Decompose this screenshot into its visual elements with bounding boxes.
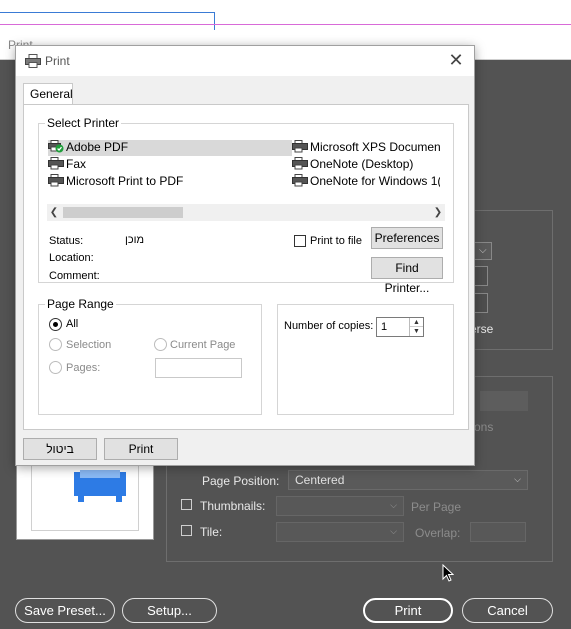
thumbnails-select[interactable]: ⌵	[276, 496, 404, 516]
printer-name: Fax	[66, 157, 87, 171]
copies-spin-buttons: ▲ ▼	[409, 318, 423, 336]
pages-dropdown[interactable]: ⌵	[474, 242, 492, 260]
page-position-select[interactable]: Centered ⌵	[288, 470, 528, 490]
tile-select[interactable]: ⌵	[276, 522, 404, 542]
print-to-file-checkbox[interactable]	[294, 235, 306, 247]
overlap-input[interactable]	[470, 522, 526, 542]
printer-item-onenote-desktop[interactable]: OneNote (Desktop)	[292, 157, 440, 173]
printer-icon	[292, 140, 308, 156]
print-to-file-label[interactable]: Print to file	[310, 235, 362, 247]
scrollbar-thumb[interactable]	[63, 207, 183, 218]
print-button-main[interactable]: Print	[363, 598, 453, 623]
find-printer-button[interactable]: Find Printer...	[371, 257, 443, 295]
chevron-down-icon: ⌵	[390, 526, 397, 536]
printer-icon	[25, 54, 41, 71]
range-all-radio[interactable]	[49, 318, 62, 331]
print-dialog: Print ✕ General Select Printer Adobe PDF…	[15, 45, 475, 466]
chevron-down-icon: ⌵	[514, 474, 521, 484]
page-range-group: Page Range All Selection Current Page Pa…	[38, 297, 262, 415]
printer-name: Microsoft Print to PDF	[66, 174, 184, 188]
page-position-value: Centered	[295, 473, 345, 487]
tile-checkbox[interactable]	[181, 525, 192, 536]
location-label: Location:	[49, 252, 94, 264]
overlap-label: Overlap:	[415, 526, 461, 540]
range-selection-radio[interactable]	[49, 338, 62, 351]
preferences-button[interactable]: Preferences	[371, 227, 443, 249]
tab-general[interactable]: General	[23, 83, 73, 105]
printer-name: OneNote for Windows 1(	[310, 174, 440, 188]
chevron-down-icon: ⌵	[479, 245, 487, 256]
close-icon[interactable]: ✕	[446, 51, 466, 71]
pages-input[interactable]	[155, 358, 242, 378]
copies-value[interactable]: 1	[381, 321, 387, 333]
copies-group: Number of copies: 1 ▲ ▼	[277, 304, 454, 415]
dialog-titlebar[interactable]: Print ✕	[16, 46, 474, 76]
range-current-page-radio[interactable]	[154, 338, 167, 351]
cancel-button[interactable]: ביטול	[23, 438, 97, 460]
spin-up-icon[interactable]: ▲	[410, 318, 423, 327]
printer-item-microsoft-xps[interactable]: Microsoft XPS Documen	[292, 140, 440, 156]
thumbnails-label: Thumbnails:	[200, 499, 266, 513]
printer-item-microsoft-print-to-pdf[interactable]: Microsoft Print to PDF	[48, 174, 278, 190]
printer-icon	[292, 157, 308, 173]
select-printer-group: Select Printer Adobe PDF Fax Microsoft P…	[38, 116, 454, 295]
pages-input-box-2[interactable]	[474, 293, 488, 313]
chevron-down-icon: ⌵	[390, 500, 397, 510]
page-range-label: Page Range	[45, 297, 116, 311]
save-preset-button[interactable]: Save Preset...	[15, 598, 115, 623]
page-position-label: Page Position:	[202, 474, 280, 488]
range-all-label[interactable]: All	[66, 318, 78, 330]
fax-icon	[48, 157, 64, 173]
scroll-right-icon[interactable]: ❯	[431, 204, 445, 221]
document-guide-line	[0, 24, 571, 25]
printer-item-onenote-windows[interactable]: OneNote for Windows 1(	[292, 174, 440, 190]
printer-item-fax[interactable]: Fax	[48, 157, 278, 173]
general-tab-page: Select Printer Adobe PDF Fax Microsoft P…	[23, 104, 469, 430]
range-selection-label[interactable]: Selection	[66, 339, 111, 351]
preview-content	[74, 470, 126, 502]
mouse-cursor-icon	[442, 563, 455, 585]
printer-icon	[48, 174, 64, 190]
status-value: מוכן	[125, 234, 145, 246]
range-current-page-label[interactable]: Current Page	[170, 339, 235, 351]
copies-stepper[interactable]: 1 ▲ ▼	[376, 317, 424, 337]
comment-label: Comment:	[49, 270, 100, 282]
scroll-left-icon[interactable]: ❮	[47, 204, 61, 221]
pages-input-box[interactable]	[474, 266, 488, 286]
printer-name: OneNote (Desktop)	[310, 157, 414, 171]
printer-list-scrollbar[interactable]: ❮ ❯	[47, 204, 445, 221]
per-page-label: Per Page	[411, 500, 462, 514]
default-printer-icon	[48, 140, 64, 156]
printer-name: Adobe PDF	[66, 140, 129, 154]
dialog-title: Print	[45, 54, 70, 68]
document-frame-line-vertical	[214, 12, 215, 30]
range-pages-radio[interactable]	[49, 361, 62, 374]
printer-list[interactable]: Adobe PDF Fax Microsoft Print to PDF Mic…	[48, 136, 442, 192]
printer-item-adobe-pdf[interactable]: Adobe PDF	[48, 140, 292, 156]
copies-label: Number of copies:	[284, 320, 374, 332]
disabled-field	[480, 391, 528, 411]
select-printer-label: Select Printer	[45, 116, 122, 130]
cancel-button-main[interactable]: Cancel	[462, 598, 553, 623]
printer-name: Microsoft XPS Documen	[310, 140, 440, 154]
thumbnails-checkbox[interactable]	[181, 499, 192, 510]
printer-icon	[292, 174, 308, 190]
range-pages-label[interactable]: Pages:	[66, 362, 100, 374]
print-button[interactable]: Print	[104, 438, 178, 460]
document-frame-line	[0, 12, 215, 13]
status-label: Status:	[49, 235, 84, 247]
setup-button[interactable]: Setup...	[122, 598, 217, 623]
spin-down-icon[interactable]: ▼	[410, 327, 423, 336]
tile-label: Tile:	[200, 525, 223, 539]
